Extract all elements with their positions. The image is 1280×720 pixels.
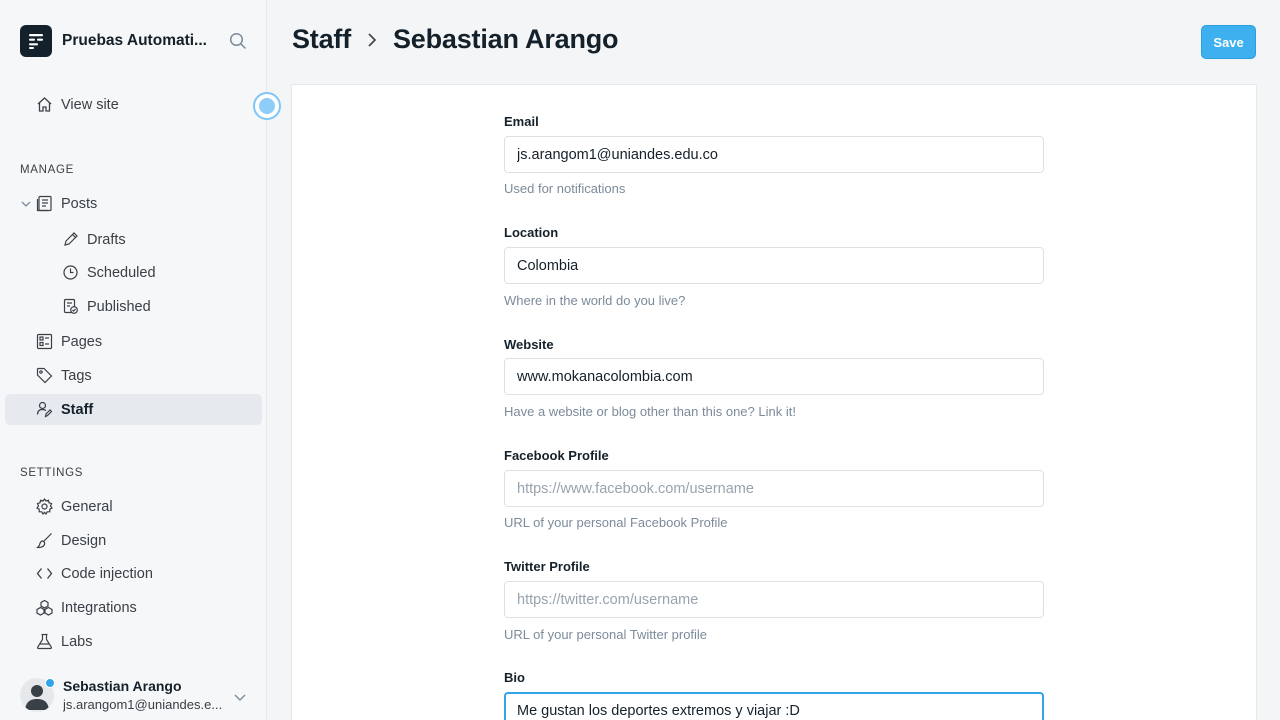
- website-label: Website: [504, 337, 554, 352]
- manage-section-title: MANAGE: [20, 164, 75, 176]
- sidebar-item-view-site[interactable]: View site: [36, 96, 119, 113]
- email-help: Used for notifications: [504, 181, 626, 196]
- code-icon: [36, 568, 53, 579]
- pencil-icon: [64, 232, 78, 246]
- website-help: Have a website or blog other than this o…: [504, 404, 796, 419]
- brush-icon: [36, 533, 52, 549]
- chevron-down-icon: [21, 201, 31, 207]
- facebook-help: URL of your personal Facebook Profile: [504, 515, 728, 530]
- sidebar-item-tags[interactable]: Tags: [36, 367, 92, 384]
- sidebar-item-scheduled[interactable]: Scheduled: [62, 264, 156, 281]
- search-icon[interactable]: [229, 32, 247, 50]
- user-email: js.arangom1@uniandes.e...: [63, 697, 223, 712]
- user-menu[interactable]: Sebastian Arango js.arangom1@uniandes.e.…: [20, 676, 260, 720]
- breadcrumb: Staff Sebastian Arango: [292, 24, 619, 55]
- breadcrumb-staff-link[interactable]: Staff: [292, 24, 351, 55]
- profile-form-card: [291, 84, 1257, 720]
- sidebar-item-labs[interactable]: Labs: [36, 633, 92, 650]
- staff-icon: [36, 401, 53, 418]
- posts-icon: [36, 195, 52, 212]
- sidebar-item-label: Posts: [61, 195, 98, 212]
- tag-icon: [36, 367, 53, 384]
- twitter-field[interactable]: [504, 581, 1044, 618]
- settings-section-title: SETTINGS: [20, 467, 84, 479]
- brand-logo-icon: [20, 25, 52, 57]
- sidebar-item-label: Tags: [61, 367, 92, 384]
- integrations-icon: [36, 599, 53, 616]
- brand[interactable]: Pruebas Automati...: [20, 25, 214, 57]
- sidebar-item-design[interactable]: Design: [36, 532, 106, 549]
- sidebar: Pruebas Automati... View site MANAGE Pos…: [0, 0, 281, 720]
- published-icon: [63, 298, 78, 314]
- sidebar-item-label: Published: [87, 298, 151, 315]
- sidebar-item-staff[interactable]: Staff: [36, 401, 93, 418]
- email-field[interactable]: [504, 136, 1044, 173]
- sidebar-item-label: View site: [61, 96, 119, 113]
- twitter-help: URL of your personal Twitter profile: [504, 627, 708, 642]
- sidebar-item-integrations[interactable]: Integrations: [36, 599, 137, 616]
- sidebar-item-general[interactable]: General: [36, 498, 113, 515]
- user-name: Sebastian Arango: [63, 678, 182, 694]
- email-label: Email: [504, 114, 539, 129]
- chevron-down-icon: [234, 694, 246, 701]
- sidebar-item-label: Pages: [61, 333, 103, 350]
- twitter-label: Twitter Profile: [504, 559, 590, 574]
- pages-icon: [36, 333, 53, 350]
- clock-icon: [63, 265, 78, 280]
- sidebar-item-label: Drafts: [87, 231, 126, 248]
- brand-title: Pruebas Automati...: [62, 32, 207, 49]
- page-title: Sebastian Arango: [393, 24, 619, 54]
- location-field[interactable]: [504, 247, 1044, 284]
- pulse-indicator[interactable]: [253, 92, 281, 120]
- sidebar-item-label: Integrations: [61, 599, 137, 616]
- sidebar-item-posts[interactable]: Posts: [20, 195, 97, 212]
- sidebar-item-pages[interactable]: Pages: [36, 333, 102, 350]
- sidebar-item-label: General: [61, 498, 113, 515]
- home-icon: [37, 97, 52, 112]
- sidebar-item-code-injection[interactable]: Code injection: [36, 565, 153, 582]
- location-label: Location: [504, 225, 559, 240]
- flask-icon: [37, 633, 52, 650]
- sidebar-item-label: Labs: [61, 633, 93, 650]
- sidebar-item-drafts[interactable]: Drafts: [62, 231, 126, 248]
- sidebar-item-published[interactable]: Published: [62, 298, 151, 315]
- sidebar-item-label: Scheduled: [87, 264, 156, 281]
- sidebar-item-label: Code injection: [61, 565, 153, 582]
- facebook-label: Facebook Profile: [504, 448, 609, 463]
- website-field[interactable]: [504, 358, 1044, 395]
- sidebar-item-label: Design: [61, 532, 107, 549]
- chevron-right-icon: [365, 30, 379, 50]
- bio-label: Bio: [504, 670, 525, 685]
- gear-icon: [36, 498, 53, 515]
- save-button[interactable]: Save: [1201, 25, 1256, 59]
- facebook-field[interactable]: [504, 470, 1044, 507]
- bio-field[interactable]: [504, 692, 1044, 720]
- sidebar-item-label: Staff: [61, 401, 94, 418]
- notification-dot: [45, 678, 55, 688]
- location-help: Where in the world do you live?: [504, 293, 686, 308]
